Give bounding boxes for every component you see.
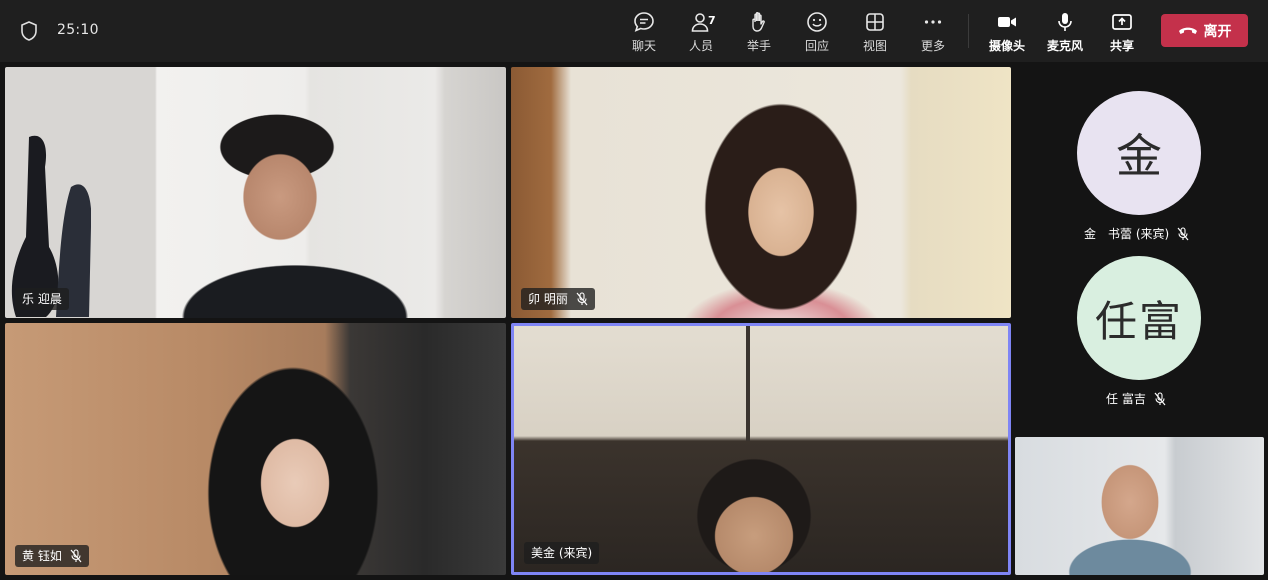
view-label: 视图 (862, 39, 887, 53)
participant-name: 乐 迎晨 (22, 292, 62, 306)
avatar[interactable]: 任富 (1077, 256, 1201, 380)
more-button[interactable]: 更多 (904, 8, 962, 58)
video-tile-3[interactable]: 黄 钰如 (5, 323, 506, 575)
share-icon (1112, 14, 1132, 30)
avatar[interactable]: 金 (1077, 91, 1201, 215)
shield-icon[interactable] (20, 21, 38, 41)
people-button[interactable]: 7 人员 (672, 8, 730, 58)
participant-name-tag: 乐 迎晨 (15, 288, 69, 310)
camera-label: 摄像头 (988, 39, 1025, 53)
hand-icon (752, 12, 765, 32)
participant-name-tag: 美金 (来宾) (524, 542, 600, 564)
mic-off-icon (1154, 391, 1166, 405)
video-feed (514, 326, 1008, 572)
avatar-name-tag: 任 富吉 (1106, 390, 1166, 407)
people-label: 人员 (688, 39, 713, 53)
camera-icon (998, 17, 1016, 27)
share-button[interactable]: 共享 (1093, 8, 1151, 58)
window-frame (746, 326, 750, 441)
video-feed (511, 67, 1011, 318)
chat-button[interactable]: 聊天 (615, 8, 673, 58)
mic-icon (1058, 13, 1072, 31)
more-label: 更多 (920, 39, 945, 53)
mic-off-icon (70, 549, 82, 563)
grid-icon (866, 13, 884, 31)
avatar-name: 金 书蕾 (来宾) (1084, 227, 1170, 241)
leave-label: 离开 (1203, 23, 1232, 40)
video-tile-4-active[interactable]: 美金 (来宾) (511, 323, 1011, 575)
raise-hand-label: 举手 (746, 39, 771, 53)
react-button[interactable]: 回应 (788, 8, 846, 58)
participant-name: 黄 钰如 (22, 549, 62, 563)
participant-name: 卯 明丽 (528, 292, 568, 306)
raise-hand-button[interactable]: 举手 (730, 8, 788, 58)
meeting-timer: 25:10 (57, 22, 99, 38)
mic-button[interactable]: 麦克风 (1036, 8, 1094, 58)
avatar-name-tag: 金 书蕾 (来宾) (1084, 225, 1189, 242)
mic-label: 麦克风 (1046, 39, 1083, 53)
mic-off-icon (1177, 226, 1189, 240)
avatar-initials: 金 (1116, 129, 1162, 183)
camera-button[interactable]: 摄像头 (978, 8, 1036, 58)
more-icon (924, 20, 942, 24)
people-count: 7 (708, 14, 716, 27)
meeting-toolbar: 25:10 聊天 7 人员 举手 回应 视图 更多 摄像头 麦克风 共享 离开 (0, 0, 1268, 62)
video-feed (1015, 437, 1264, 575)
chat-label: 聊天 (631, 39, 656, 53)
toolbar-divider (968, 14, 969, 48)
self-video-tile[interactable] (1015, 437, 1264, 575)
video-tile-2[interactable]: 卯 明丽 (511, 67, 1011, 318)
avatar-name: 任 富吉 (1106, 392, 1146, 406)
video-tile-1[interactable]: 乐 迎晨 (5, 67, 506, 318)
view-button[interactable]: 视图 (846, 8, 904, 58)
share-label: 共享 (1109, 39, 1134, 53)
smile-icon (807, 12, 827, 32)
avatar-initials: 任富 (1094, 296, 1183, 346)
participant-name-tag: 卯 明丽 (521, 288, 595, 310)
mic-off-icon (576, 292, 588, 306)
phone-icon (1178, 27, 1197, 34)
participant-name-tag: 黄 钰如 (15, 545, 89, 567)
leave-button[interactable]: 离开 (1161, 14, 1248, 47)
video-feed (5, 323, 506, 575)
chat-icon (634, 12, 654, 32)
participant-name: 美金 (来宾) (531, 546, 593, 560)
react-label: 回应 (804, 39, 829, 53)
